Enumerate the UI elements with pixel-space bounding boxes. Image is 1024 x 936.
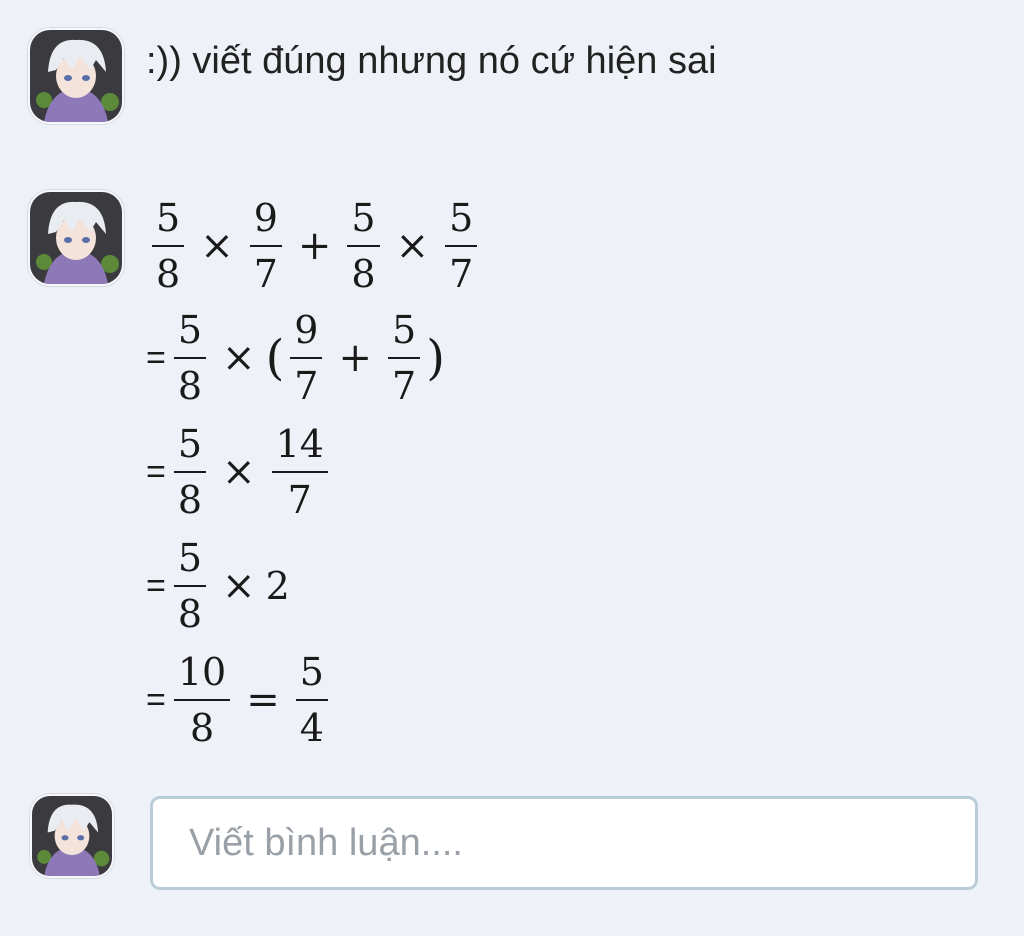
user-avatar-icon[interactable] (28, 28, 124, 124)
numerator: 9 (253, 196, 278, 240)
numerator: 5 (299, 650, 324, 694)
denominator: 7 (287, 478, 312, 522)
denominator: 8 (189, 706, 215, 750)
right-paren: ) (426, 330, 445, 386)
denominator: 4 (299, 706, 324, 750)
fraction: 14 7 (271, 421, 328, 523)
denominator: 8 (177, 478, 203, 522)
math-line-5: = 10 8 = 54 (146, 642, 334, 758)
operator: + (338, 335, 372, 381)
number: 2 (265, 564, 290, 608)
math-line-3: = 58 × 14 7 (146, 414, 334, 530)
denominator: 7 (392, 364, 417, 408)
denominator: 8 (177, 592, 203, 636)
operator: × (222, 563, 256, 609)
operator: × (222, 335, 256, 381)
numerator: 5 (177, 422, 203, 466)
denominator: 7 (294, 364, 319, 408)
math-line-4: = 58 × 2 (146, 528, 290, 644)
operator: × (222, 449, 256, 495)
fraction: 58 (173, 307, 207, 409)
denominator: 7 (449, 252, 474, 296)
fraction: 58 (173, 535, 207, 637)
numerator: 5 (351, 196, 376, 240)
fraction: 97 (290, 307, 323, 409)
comment-text: :)) viết đúng nhưng nó cứ hiện sai (146, 40, 717, 82)
operator: = (246, 677, 280, 723)
comment-thread: :)) viết đúng nhưng nó cứ hiện sai 58 × … (0, 0, 1024, 936)
numerator: 9 (294, 308, 319, 352)
fraction: 58 (347, 195, 380, 297)
fraction: 10 8 (173, 649, 231, 751)
math-line-1: 58 × 97 + 58 × 57 (146, 188, 483, 304)
numerator: 5 (156, 196, 181, 240)
numerator: 10 (177, 650, 227, 694)
operator: × (200, 223, 234, 269)
user-avatar-icon[interactable] (28, 190, 124, 286)
fraction: 54 (295, 649, 328, 751)
fraction: 57 (388, 307, 421, 409)
fraction: 97 (249, 195, 282, 297)
denominator: 8 (177, 364, 203, 408)
math-line-2: = 58 × ( 97 + 57 ) (146, 300, 445, 416)
numerator: 5 (392, 308, 417, 352)
comment-input[interactable] (153, 799, 975, 887)
fraction: 57 (445, 195, 478, 297)
denominator: 8 (351, 252, 376, 296)
numerator: 5 (177, 308, 203, 352)
equals-sign: = (146, 566, 166, 605)
numerator: 5 (177, 536, 203, 580)
denominator: 7 (253, 252, 278, 296)
equals-sign: = (146, 680, 166, 719)
fraction: 58 (152, 195, 185, 297)
operator: × (395, 223, 430, 269)
equals-sign: = (146, 338, 166, 377)
numerator: 5 (449, 196, 474, 240)
denominator: 8 (156, 252, 181, 296)
comment-input-box[interactable] (150, 796, 978, 890)
user-avatar-icon[interactable] (30, 794, 114, 878)
numerator: 14 (275, 422, 324, 466)
fraction: 58 (173, 421, 207, 523)
operator: + (297, 223, 332, 269)
left-paren: ( (265, 330, 285, 386)
equals-sign: = (146, 452, 166, 491)
